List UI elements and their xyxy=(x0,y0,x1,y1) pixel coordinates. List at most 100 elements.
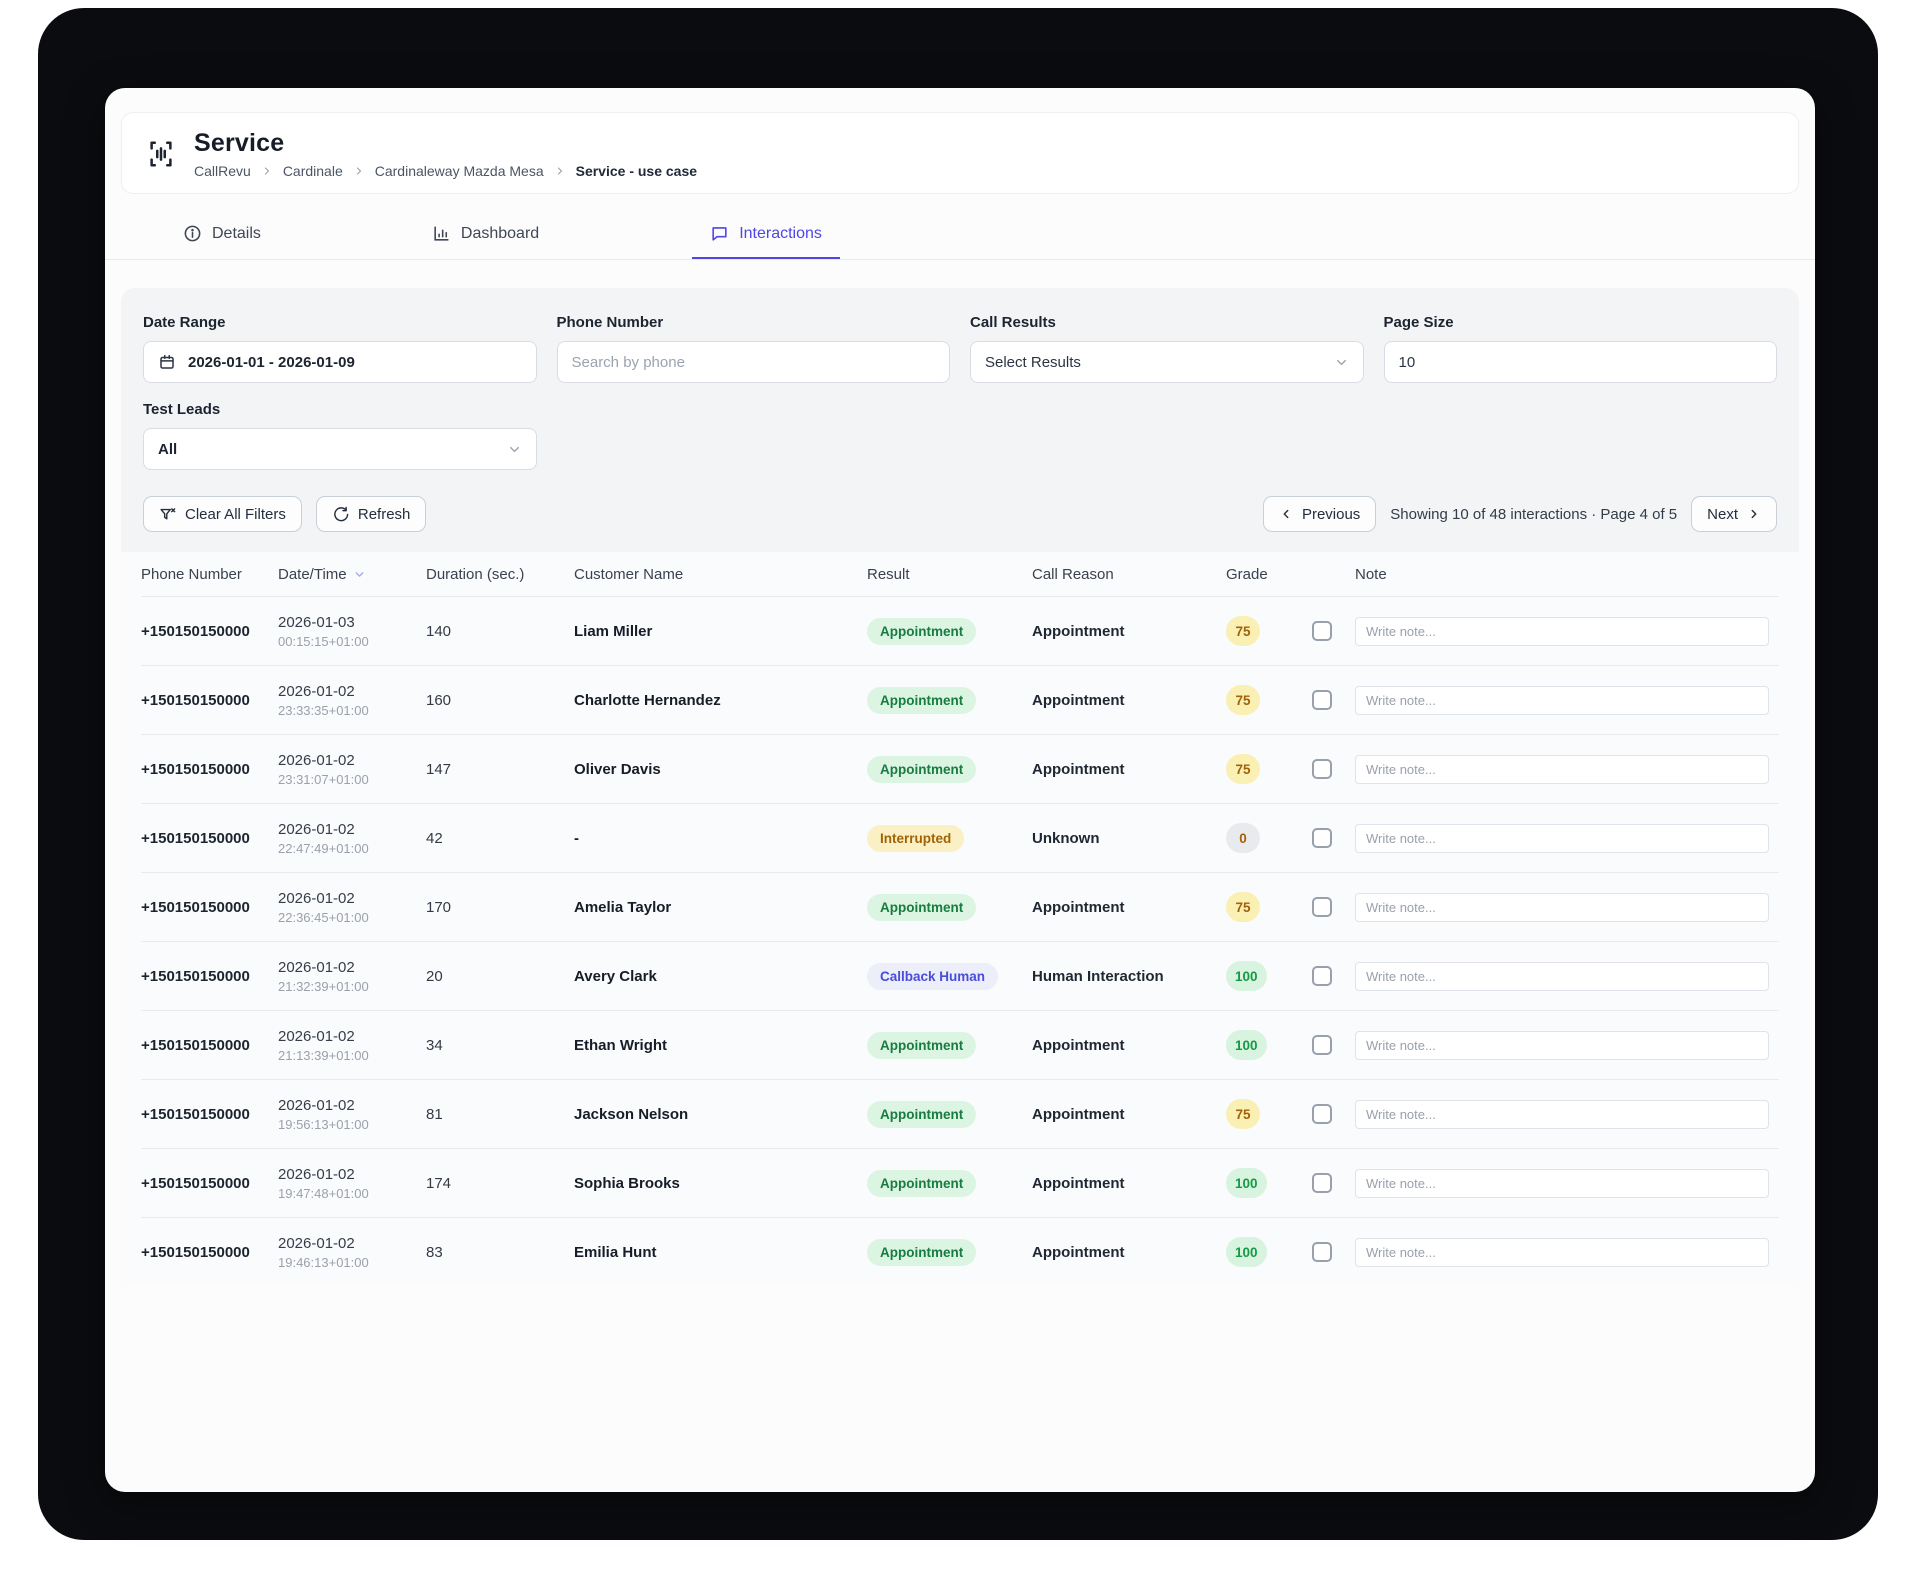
cell-date: 2026-01-02 xyxy=(278,1028,426,1045)
chevron-down-icon xyxy=(507,442,522,457)
note-checkbox[interactable] xyxy=(1312,690,1332,710)
cell-date: 2026-01-02 xyxy=(278,1097,426,1114)
cell-datetime: 2026-01-02 23:31:07+01:00 xyxy=(278,752,426,787)
table-row: +150150150000 2026-01-02 19:56:13+01:00 … xyxy=(141,1079,1779,1148)
breadcrumb: CallRevu Cardinale Cardinaleway Mazda Me… xyxy=(194,163,697,179)
test-leads-select[interactable]: All xyxy=(143,428,537,470)
note-checkbox[interactable] xyxy=(1312,966,1332,986)
filters-section: Date Range 2026-01-01 - 2026-01-09 Phone… xyxy=(121,314,1799,470)
note-input[interactable] xyxy=(1355,1169,1769,1198)
cell-phone-number: +150150150000 xyxy=(141,1175,278,1192)
note-checkbox[interactable] xyxy=(1312,621,1332,641)
grade-badge: 0 xyxy=(1226,823,1260,853)
note-checkbox[interactable] xyxy=(1312,897,1332,917)
column-header-datetime[interactable]: Date/Time xyxy=(278,566,426,583)
refresh-label: Refresh xyxy=(358,506,411,523)
note-input[interactable] xyxy=(1355,1100,1769,1129)
date-range-field[interactable]: 2026-01-01 - 2026-01-09 xyxy=(143,341,537,383)
cell-call-reason: Appointment xyxy=(1032,761,1226,778)
tab-interactions[interactable]: Interactions xyxy=(692,212,840,259)
note-input[interactable] xyxy=(1355,962,1769,991)
cell-grade: 0 xyxy=(1226,823,1312,853)
note-input[interactable] xyxy=(1355,1031,1769,1060)
cell-checkbox xyxy=(1312,1173,1355,1193)
table-row: +150150150000 2026-01-03 00:15:15+01:00 … xyxy=(141,596,1779,665)
tab-dashboard-label: Dashboard xyxy=(461,225,539,243)
phone-search-input[interactable] xyxy=(572,354,936,371)
refresh-button[interactable]: Refresh xyxy=(316,496,427,532)
cell-time: 22:36:45+01:00 xyxy=(278,910,426,925)
cell-note xyxy=(1355,962,1779,991)
cell-datetime: 2026-01-02 22:36:45+01:00 xyxy=(278,890,426,925)
cell-checkbox xyxy=(1312,1242,1355,1262)
cell-phone-number: +150150150000 xyxy=(141,761,278,778)
note-input[interactable] xyxy=(1355,686,1769,715)
page-size-field[interactable]: 10 xyxy=(1384,341,1778,383)
calendar-icon xyxy=(158,353,176,371)
cell-duration: 170 xyxy=(426,899,574,916)
note-input[interactable] xyxy=(1355,617,1769,646)
cell-date: 2026-01-02 xyxy=(278,890,426,907)
result-badge: Callback Human xyxy=(867,963,998,990)
page-header: Service CallRevu Cardinale Cardinaleway … xyxy=(121,112,1799,194)
next-page-button[interactable]: Next xyxy=(1691,496,1777,532)
cell-duration: 174 xyxy=(426,1175,574,1192)
cell-grade: 100 xyxy=(1226,1168,1312,1198)
cell-customer-name: Charlotte Hernandez xyxy=(574,692,867,709)
table-row: +150150150000 2026-01-02 23:33:35+01:00 … xyxy=(141,665,1779,734)
cell-result: Appointment xyxy=(867,894,1032,921)
page-size-value: 10 xyxy=(1399,354,1416,371)
table-row: +150150150000 2026-01-02 23:31:07+01:00 … xyxy=(141,734,1779,803)
cell-phone-number: +150150150000 xyxy=(141,899,278,916)
next-page-label: Next xyxy=(1707,506,1738,523)
breadcrumb-item[interactable]: Cardinaleway Mazda Mesa xyxy=(375,163,544,179)
breadcrumb-item-current: Service - use case xyxy=(576,163,697,179)
breadcrumb-item[interactable]: Cardinale xyxy=(283,163,343,179)
cell-phone-number: +150150150000 xyxy=(141,1244,278,1261)
phone-label: Phone Number xyxy=(557,314,951,331)
note-checkbox[interactable] xyxy=(1312,1173,1332,1193)
note-checkbox[interactable] xyxy=(1312,1104,1332,1124)
table-row: +150150150000 2026-01-02 19:46:13+01:00 … xyxy=(141,1217,1779,1286)
cell-customer-name: Emilia Hunt xyxy=(574,1244,867,1261)
date-range-value: 2026-01-01 - 2026-01-09 xyxy=(188,354,355,371)
note-checkbox[interactable] xyxy=(1312,828,1332,848)
note-input[interactable] xyxy=(1355,1238,1769,1267)
cell-phone-number: +150150150000 xyxy=(141,623,278,640)
cell-call-reason: Unknown xyxy=(1032,830,1226,847)
cell-call-reason: Appointment xyxy=(1032,1175,1226,1192)
cell-time: 23:31:07+01:00 xyxy=(278,772,426,787)
note-checkbox[interactable] xyxy=(1312,1242,1332,1262)
clear-all-filters-button[interactable]: Clear All Filters xyxy=(143,496,302,532)
chevron-right-icon xyxy=(554,165,566,177)
result-badge: Interrupted xyxy=(867,825,964,852)
cell-note xyxy=(1355,755,1779,784)
cell-checkbox xyxy=(1312,759,1355,779)
tab-details[interactable]: Details xyxy=(165,212,279,259)
cell-customer-name: - xyxy=(574,830,867,847)
cell-duration: 140 xyxy=(426,623,574,640)
cell-date: 2026-01-03 xyxy=(278,614,426,631)
cell-result: Callback Human xyxy=(867,963,1032,990)
column-header-note: Note xyxy=(1355,566,1779,583)
cell-duration: 34 xyxy=(426,1037,574,1054)
cell-grade: 100 xyxy=(1226,1237,1312,1267)
cell-date: 2026-01-02 xyxy=(278,821,426,838)
cell-date: 2026-01-02 xyxy=(278,959,426,976)
cell-note xyxy=(1355,824,1779,853)
refresh-icon xyxy=(332,506,349,523)
note-input[interactable] xyxy=(1355,824,1769,853)
cell-grade: 75 xyxy=(1226,616,1312,646)
cell-call-reason: Appointment xyxy=(1032,1244,1226,1261)
note-input[interactable] xyxy=(1355,893,1769,922)
table-row: +150150150000 2026-01-02 22:36:45+01:00 … xyxy=(141,872,1779,941)
cell-result: Appointment xyxy=(867,1239,1032,1266)
note-checkbox[interactable] xyxy=(1312,1035,1332,1055)
previous-page-button[interactable]: Previous xyxy=(1263,496,1376,532)
tab-dashboard[interactable]: Dashboard xyxy=(414,212,557,259)
breadcrumb-item[interactable]: CallRevu xyxy=(194,163,251,179)
note-checkbox[interactable] xyxy=(1312,759,1332,779)
chevron-right-icon xyxy=(353,165,365,177)
note-input[interactable] xyxy=(1355,755,1769,784)
call-results-select[interactable]: Select Results xyxy=(970,341,1364,383)
